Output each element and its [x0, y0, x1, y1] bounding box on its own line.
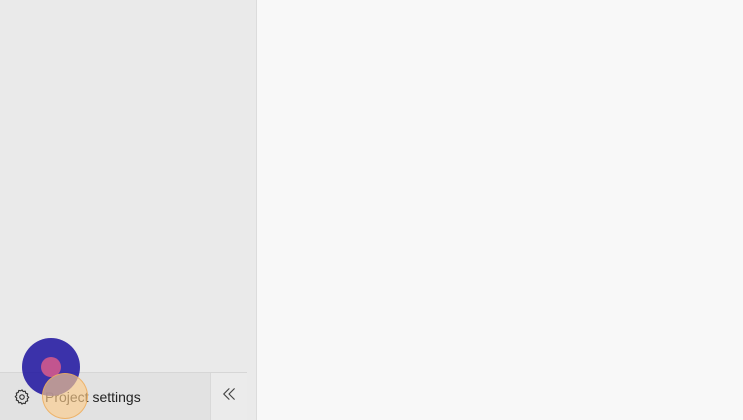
sidebar: Project settings: [0, 0, 257, 420]
main-content: [258, 0, 743, 420]
double-chevron-left-icon: [220, 385, 238, 408]
project-settings-label: Project settings: [45, 388, 141, 405]
collapse-sidebar-button[interactable]: [210, 373, 247, 420]
project-settings-button[interactable]: Project settings: [0, 373, 210, 420]
sidebar-footer: Project settings: [0, 372, 247, 420]
gear-icon: [13, 388, 31, 406]
